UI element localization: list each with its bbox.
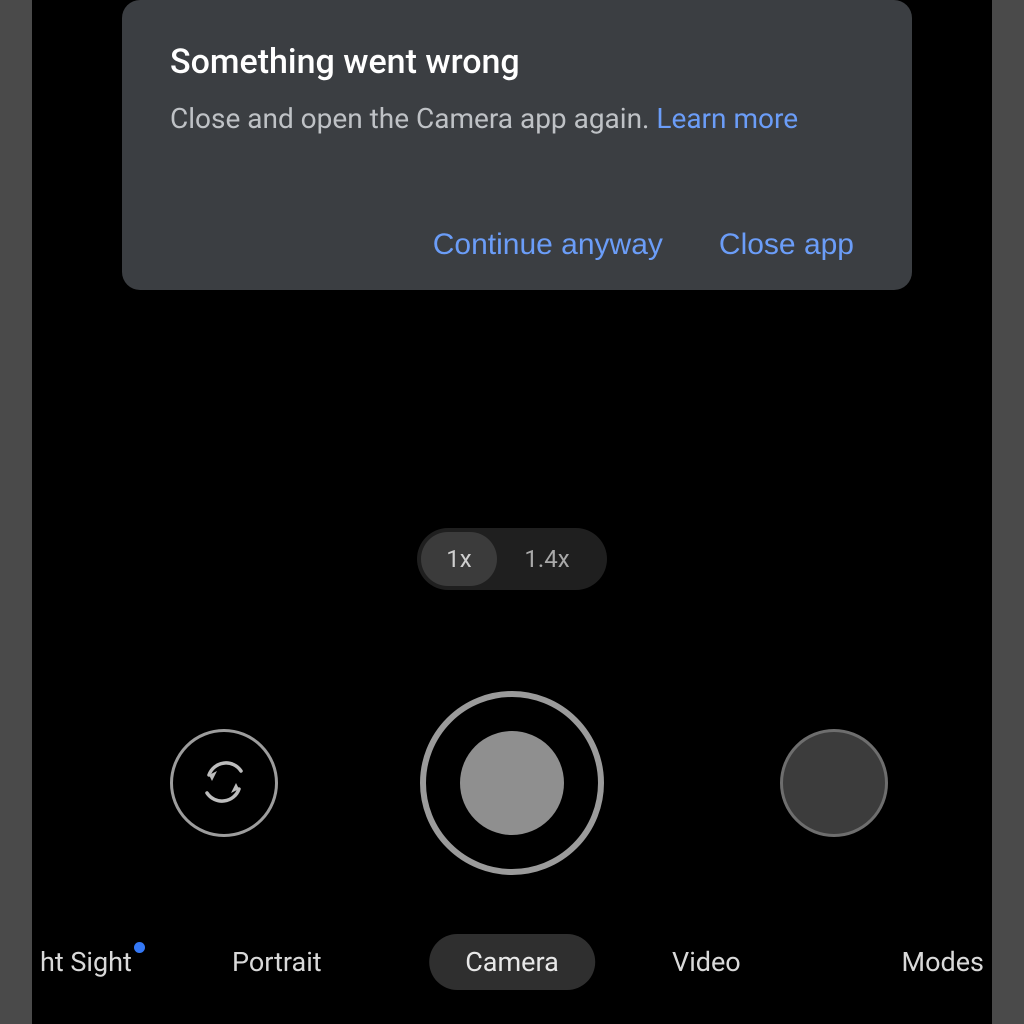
mode-bar: ht Sight Portrait Camera Video Modes bbox=[32, 922, 992, 1002]
zoom-toggle: 1x 1.4x bbox=[417, 528, 607, 590]
dialog-body: Close and open the Camera app again. Lea… bbox=[170, 100, 864, 137]
zoom-1-4x-button[interactable]: 1.4x bbox=[497, 532, 597, 586]
mode-modes[interactable]: Modes bbox=[902, 946, 984, 978]
mode-video[interactable]: Video bbox=[672, 946, 741, 978]
switch-camera-button[interactable] bbox=[170, 729, 278, 837]
shutter-button[interactable] bbox=[420, 691, 604, 875]
gallery-button[interactable] bbox=[780, 729, 888, 837]
mode-night-label: ht Sight bbox=[40, 946, 132, 978]
zoom-1x-button[interactable]: 1x bbox=[421, 532, 497, 586]
close-app-button[interactable]: Close app bbox=[719, 228, 854, 262]
dialog-message: Close and open the Camera app again. bbox=[170, 102, 656, 135]
notification-dot-icon bbox=[134, 942, 145, 953]
capture-controls bbox=[32, 688, 992, 878]
shutter-icon bbox=[460, 731, 564, 835]
learn-more-link[interactable]: Learn more bbox=[656, 102, 798, 135]
mode-portrait[interactable]: Portrait bbox=[232, 946, 322, 978]
camera-app: Something went wrong Close and open the … bbox=[32, 0, 992, 1024]
dialog-title: Something went wrong bbox=[170, 42, 864, 82]
switch-camera-icon bbox=[195, 753, 253, 814]
mode-camera[interactable]: Camera bbox=[429, 934, 595, 990]
mode-night-sight[interactable]: ht Sight bbox=[40, 946, 145, 978]
continue-anyway-button[interactable]: Continue anyway bbox=[433, 228, 663, 262]
error-dialog: Something went wrong Close and open the … bbox=[122, 0, 912, 290]
dialog-actions: Continue anyway Close app bbox=[170, 228, 864, 262]
